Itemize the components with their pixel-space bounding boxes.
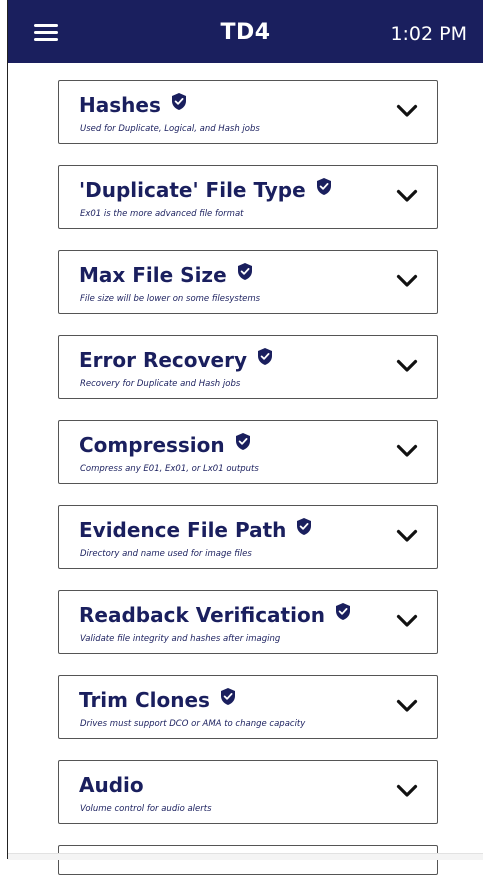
setting-title: Error Recovery [79,348,248,372]
setting-title: Trim Clones [79,688,210,712]
setting-title: Readback Verification [79,603,325,627]
shield-check-icon [235,432,250,450]
settings-list: Hashes Used for Duplicate, Logical, and … [58,80,438,845]
setting-description: Directory and name used for image files [80,549,252,559]
setting-title-row: Trim Clones [79,686,235,714]
chevron-down-icon[interactable] [396,274,418,288]
chevron-down-icon[interactable] [396,784,418,798]
chevron-down-icon[interactable] [396,444,418,458]
shield-check-icon [297,517,312,535]
setting-card-hashes[interactable]: Hashes Used for Duplicate, Logical, and … [58,80,438,144]
setting-title-row: Hashes [79,91,186,119]
setting-description: Ex01 is the more advanced file format [80,209,244,219]
shield-check-icon [220,687,235,705]
shield-check-icon [171,92,186,110]
setting-card-max-file-size[interactable]: Max File Size File size will be lower on… [58,250,438,314]
setting-title: Compression [79,433,225,457]
chevron-down-icon[interactable] [396,359,418,373]
setting-description: Used for Duplicate, Logical, and Hash jo… [80,124,260,134]
screen-border [7,0,8,859]
setting-card-readback-verification[interactable]: Readback Verification Validate file inte… [58,590,438,654]
setting-card-duplicate-file-type[interactable]: 'Duplicate' File Type Ex01 is the more a… [58,165,438,229]
setting-title: Max File Size [79,263,227,287]
chevron-down-icon[interactable] [396,699,418,713]
setting-title-row: Readback Verification [79,601,350,629]
setting-title: Hashes [79,93,161,117]
chevron-down-icon[interactable] [396,529,418,543]
setting-title-row: Evidence File Path [79,516,312,544]
setting-title: Evidence File Path [79,518,287,542]
setting-description: Drives must support DCO or AMA to change… [80,719,306,729]
setting-description: Recovery for Duplicate and Hash jobs [80,379,241,389]
setting-title-row: Error Recovery [79,346,273,374]
shield-check-icon [335,602,350,620]
setting-title-row: 'Duplicate' File Type [79,176,331,204]
shield-check-icon [258,347,273,365]
setting-card-partial[interactable] [58,845,438,875]
shield-check-icon [237,262,252,280]
setting-title: Audio [79,773,144,797]
setting-title-row: Audio [79,771,144,799]
chevron-down-icon[interactable] [396,189,418,203]
setting-description: Compress any E01, Ex01, or Lx01 outputs [80,464,259,474]
setting-title-row: Max File Size [79,261,252,289]
setting-card-compression[interactable]: Compression Compress any E01, Ex01, or L… [58,420,438,484]
setting-card-trim-clones[interactable]: Trim Clones Drives must support DCO or A… [58,675,438,739]
setting-card-evidence-file-path[interactable]: Evidence File Path Directory and name us… [58,505,438,569]
setting-description: File size will be lower on some filesyst… [80,294,261,304]
setting-description: Volume control for audio alerts [80,804,212,814]
app-header: TD4 1:02 PM [8,0,483,63]
setting-card-audio[interactable]: Audio Volume control for audio alerts [58,760,438,824]
setting-title-row: Compression [79,431,250,459]
setting-card-error-recovery[interactable]: Error Recovery Recovery for Duplicate an… [58,335,438,399]
clock-time: 1:02 PM [390,23,467,45]
setting-title: 'Duplicate' File Type [79,178,306,202]
chevron-down-icon[interactable] [396,104,418,118]
shield-check-icon [316,177,331,195]
setting-description: Validate file integrity and hashes after… [80,634,281,644]
hamburger-menu-icon[interactable] [34,24,58,41]
chevron-down-icon[interactable] [396,614,418,628]
